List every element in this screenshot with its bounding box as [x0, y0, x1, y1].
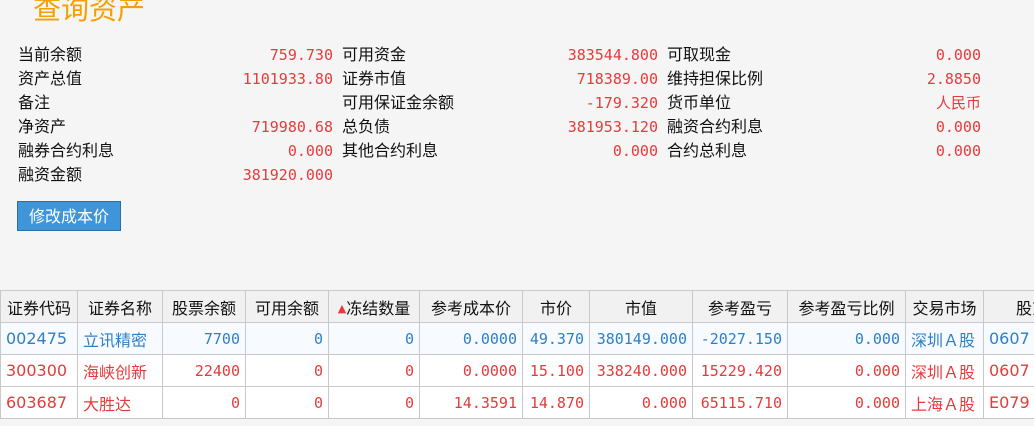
summary-row: 资产总值 1101933.80 证券市值 718389.00 维持担保比例 2.… [0, 67, 1034, 91]
cell-available-balance: 0 [245, 354, 329, 387]
total-assets-label: 资产总值 [18, 69, 83, 88]
cell-price: 15.100 [522, 354, 590, 387]
col-header-ref-pnl-ratio[interactable]: 参考盈亏比例 [787, 290, 906, 323]
total-liabilities-label: 总负债 [342, 117, 391, 136]
cell-market: 深圳Ａ股 [905, 322, 984, 355]
asset-summary: 当前余额 759.730 可用资金 383544.800 可取现金 0.000 … [0, 0, 1034, 200]
cell-market: 上海Ａ股 [905, 386, 984, 419]
cell-stock-balance: 0 [162, 386, 246, 419]
current-balance-value: 759.730 [269, 46, 333, 64]
financing-interest-label: 融资合约利息 [667, 117, 764, 136]
cell-shareholder: 0607 [983, 322, 1034, 355]
cell-frozen-qty: 0 [328, 386, 420, 419]
total-contract-interest-value: 0.000 [935, 142, 981, 160]
summary-row: 备注 可用保证金余额 -179.320 货币单位 人民币 [0, 91, 1034, 115]
maintenance-margin-ratio-label: 维持担保比例 [667, 69, 764, 88]
col-header-stock-balance[interactable]: 股票余额 [162, 290, 246, 323]
col-header-market[interactable]: 交易市场 [905, 290, 984, 323]
asset-query-page: 查询资产 当前余额 759.730 可用资金 383544.800 可取现金 0… [0, 0, 1034, 426]
col-header-price[interactable]: 市价 [522, 290, 590, 323]
cell-shareholder: 0607 [983, 354, 1034, 387]
securities-lending-interest-value: 0.000 [287, 142, 333, 160]
col-header-code[interactable]: 证券代码 [0, 290, 78, 323]
cell-ref-cost: 0.0000 [419, 354, 523, 387]
securities-lending-interest-label: 融券合约利息 [18, 141, 115, 160]
holdings-table: 证券代码 证券名称 股票余额 可用余额 ▲冻结数量 参考成本价 市价 市值 参考… [0, 290, 1034, 419]
table-row[interactable]: 002475 立讯精密 7700 0 0 0.0000 49.370 38014… [0, 322, 1034, 355]
maintenance-margin-ratio-value: 2.8850 [926, 70, 981, 88]
total-liabilities-value: 381953.120 [567, 118, 658, 136]
net-assets-value: 719980.68 [251, 118, 333, 136]
cell-name: 立讯精密 [77, 322, 163, 355]
cell-ref-pnl-ratio: 0.000 [787, 354, 906, 387]
col-header-frozen-qty-label: 冻结数量 [346, 298, 411, 318]
cell-market: 深圳Ａ股 [905, 354, 984, 387]
cell-ref-cost: 0.0000 [419, 322, 523, 355]
withdrawable-cash-label: 可取现金 [667, 45, 732, 64]
cell-name: 海峡创新 [77, 354, 163, 387]
other-contract-interest-label: 其他合约利息 [342, 141, 439, 160]
modify-cost-button[interactable]: 修改成本价 [17, 201, 121, 231]
available-margin-value: -179.320 [585, 94, 658, 112]
cell-name: 大胜达 [77, 386, 163, 419]
financing-interest-value: 0.000 [935, 118, 981, 136]
financing-amount-label: 融资金额 [18, 165, 83, 184]
other-contract-interest-value: 0.000 [612, 142, 658, 160]
cell-ref-pnl-ratio: 0.000 [787, 386, 906, 419]
available-funds-label: 可用资金 [342, 45, 407, 64]
cell-ref-cost: 14.3591 [419, 386, 523, 419]
cell-ref-pnl: 15229.420 [692, 354, 788, 387]
cell-ref-pnl: 65115.710 [692, 386, 788, 419]
cell-code: 002475 [0, 322, 78, 355]
cell-available-balance: 0 [245, 386, 329, 419]
col-header-available-balance[interactable]: 可用余额 [245, 290, 329, 323]
col-header-shareholder[interactable]: 股东 [983, 290, 1034, 323]
cell-stock-balance: 7700 [162, 322, 246, 355]
col-header-ref-cost[interactable]: 参考成本价 [419, 290, 523, 323]
cell-ref-pnl-ratio: 0.000 [787, 322, 906, 355]
table-header-row: 证券代码 证券名称 股票余额 可用余额 ▲冻结数量 参考成本价 市价 市值 参考… [0, 290, 1034, 323]
securities-market-value-label: 证券市值 [342, 69, 407, 88]
cell-ref-pnl: -2027.150 [692, 322, 788, 355]
total-contract-interest-label: 合约总利息 [667, 141, 748, 160]
cell-frozen-qty: 0 [328, 354, 420, 387]
col-header-ref-pnl[interactable]: 参考盈亏 [692, 290, 788, 323]
cell-market-value: 338240.000 [589, 354, 693, 387]
table-row[interactable]: 603687 大胜达 0 0 0 14.3591 14.870 0.000 65… [0, 386, 1034, 419]
total-assets-value: 1101933.80 [242, 70, 333, 88]
col-header-name[interactable]: 证券名称 [77, 290, 163, 323]
net-assets-label: 净资产 [18, 117, 67, 136]
col-header-market-value[interactable]: 市值 [589, 290, 693, 323]
cell-code: 300300 [0, 354, 78, 387]
col-header-frozen-qty[interactable]: ▲冻结数量 [328, 290, 420, 323]
summary-row: 当前余额 759.730 可用资金 383544.800 可取现金 0.000 [0, 43, 1034, 67]
financing-amount-value: 381920.000 [242, 166, 333, 184]
cell-code: 603687 [0, 386, 78, 419]
currency-unit-label: 货币单位 [667, 93, 732, 112]
triangle-up-icon: ▲ [337, 301, 347, 315]
cell-price: 49.370 [522, 322, 590, 355]
cell-market-value: 380149.000 [589, 322, 693, 355]
remarks-label: 备注 [18, 93, 51, 112]
cell-available-balance: 0 [245, 322, 329, 355]
cell-stock-balance: 22400 [162, 354, 246, 387]
summary-row: 融券合约利息 0.000 其他合约利息 0.000 合约总利息 0.000 [0, 139, 1034, 163]
cell-market-value: 0.000 [589, 386, 693, 419]
current-balance-label: 当前余额 [18, 45, 83, 64]
available-margin-label: 可用保证金余额 [342, 93, 455, 112]
available-funds-value: 383544.800 [567, 46, 658, 64]
summary-row: 净资产 719980.68 总负债 381953.120 融资合约利息 0.00… [0, 115, 1034, 139]
cell-shareholder: E079 [983, 386, 1034, 419]
summary-row: 融资金额 381920.000 [0, 163, 1034, 187]
withdrawable-cash-value: 0.000 [935, 46, 981, 64]
cell-price: 14.870 [522, 386, 590, 419]
cell-frozen-qty: 0 [328, 322, 420, 355]
table-row[interactable]: 300300 海峡创新 22400 0 0 0.0000 15.100 3382… [0, 354, 1034, 387]
securities-market-value-value: 718389.00 [576, 70, 658, 88]
currency-unit-value: 人民币 [935, 94, 981, 112]
